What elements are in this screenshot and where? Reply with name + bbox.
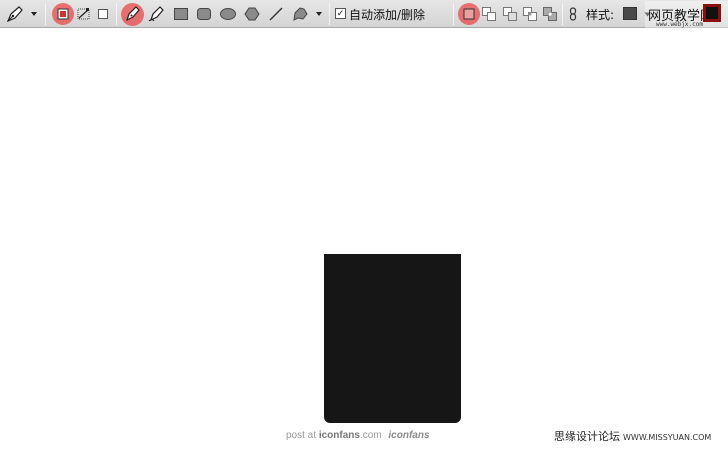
rounded-rectangle-icon[interactable]: [195, 3, 213, 25]
intersect-shape-icon[interactable]: [521, 3, 539, 25]
add-to-shape-icon[interactable]: [480, 3, 498, 25]
custom-shape-icon[interactable]: [290, 3, 310, 25]
new-shape-icon[interactable]: [459, 3, 479, 25]
chevron-down-icon[interactable]: [314, 3, 324, 25]
color-swatch[interactable]: [703, 4, 721, 22]
auto-add-delete-label: 自动添加/删除: [349, 8, 426, 22]
toolbar-divider: [562, 3, 563, 25]
style-swatch[interactable]: [623, 7, 637, 20]
toolbar-divider: [329, 3, 330, 25]
watermark-url: www.webjx.com: [656, 21, 703, 28]
line-icon[interactable]: [267, 3, 285, 25]
style-label: 样式:: [586, 8, 615, 22]
subtract-shape-icon[interactable]: [501, 3, 519, 25]
rectangle-icon[interactable]: [172, 3, 190, 25]
toolbar-divider: [45, 3, 46, 25]
ellipse-icon[interactable]: [218, 3, 238, 25]
watermark-forum: 思缘设计论坛 WWW.MISSYUAN.COM: [554, 430, 712, 443]
pen-icon[interactable]: [122, 3, 144, 25]
auto-add-delete-checkbox[interactable]: ✓: [335, 8, 346, 19]
fill-pixels-icon[interactable]: [94, 3, 112, 25]
toolbar-divider: [453, 3, 454, 25]
iconfans-logo: iconfans: [388, 430, 430, 441]
toolbar-divider: [116, 3, 117, 25]
freeform-pen-icon[interactable]: [146, 3, 168, 25]
chevron-down-icon[interactable]: [29, 3, 39, 25]
paths-icon[interactable]: [74, 3, 94, 25]
exclude-shape-icon[interactable]: [541, 3, 559, 25]
shape-layers-icon[interactable]: [53, 3, 73, 25]
pen-tool-icon[interactable]: [4, 3, 26, 25]
link-icon[interactable]: [567, 3, 579, 25]
black-rectangle-shape[interactable]: [324, 254, 461, 423]
watermark-post-at: post at iconfans.com iconfans: [286, 430, 430, 441]
polygon-icon[interactable]: [243, 3, 261, 25]
options-toolbar: ✓ 自动添加/删除 样式: 网页教学网 www.webjx.com: [0, 0, 728, 28]
